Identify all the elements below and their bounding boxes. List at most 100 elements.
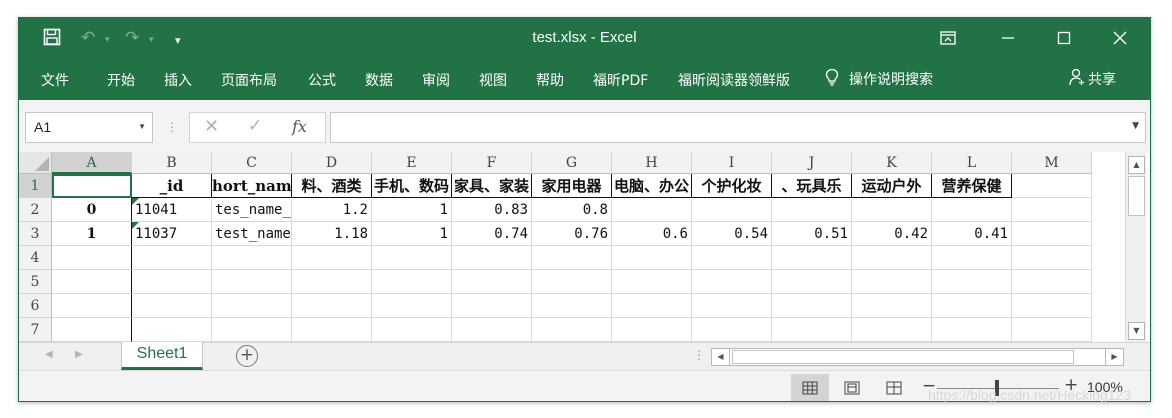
cell-c3[interactable]: test_name (212, 222, 292, 246)
column-header-h[interactable]: H (612, 152, 692, 174)
cell-e1[interactable]: 手机、数码 (372, 174, 452, 198)
scroll-left-icon[interactable]: ◀ (712, 349, 730, 365)
cell-k4[interactable] (852, 246, 932, 270)
tab-data[interactable]: 数据 (365, 70, 393, 90)
cell-c7[interactable] (212, 318, 292, 342)
cell-m7[interactable] (1012, 318, 1092, 342)
cell-d1[interactable]: 料、酒类 (292, 174, 372, 198)
horizontal-scrollbar[interactable]: ◀ ▶ (711, 348, 1124, 366)
cell-h4[interactable] (612, 246, 692, 270)
cell-c2[interactable]: tes_name_ (212, 198, 292, 222)
cell-e6[interactable] (372, 294, 452, 318)
cell-f6[interactable] (452, 294, 532, 318)
column-header-d[interactable]: D (292, 152, 372, 174)
cell-c1[interactable]: hort_nam (212, 174, 292, 198)
page-layout-view-icon[interactable] (833, 374, 871, 401)
cell-b2[interactable]: 11041 (132, 198, 212, 222)
cell-k6[interactable] (852, 294, 932, 318)
cell-g7[interactable] (532, 318, 612, 342)
cell-a7[interactable] (52, 318, 132, 342)
scroll-up-icon[interactable]: ▲ (1128, 156, 1145, 174)
cell-j5[interactable] (772, 270, 852, 294)
row-header-2[interactable]: 2 (19, 198, 52, 222)
number-as-text-indicator-icon[interactable] (132, 198, 139, 205)
column-header-a[interactable]: A (52, 152, 132, 174)
normal-view-icon[interactable] (791, 374, 829, 401)
cell-f3[interactable]: 0.74 (452, 222, 532, 246)
cell-a3[interactable]: 1 (52, 222, 132, 246)
cell-a2[interactable]: 0 (52, 198, 132, 222)
column-header-i[interactable]: I (692, 152, 772, 174)
tab-review[interactable]: 审阅 (422, 70, 450, 90)
cell-c4[interactable] (212, 246, 292, 270)
cell-g3[interactable]: 0.76 (532, 222, 612, 246)
worksheet-grid[interactable]: A B C D E F G H I J K L M 1 2 3 4 5 6 7 _id hort_nam 料、酒类 手机、数码… (19, 152, 1125, 342)
horizontal-scroll-thumb[interactable] (732, 350, 1074, 364)
cell-e3[interactable]: 1 (372, 222, 452, 246)
cell-c5[interactable] (212, 270, 292, 294)
cell-i6[interactable] (692, 294, 772, 318)
vertical-scroll-thumb[interactable] (1128, 176, 1145, 216)
cell-a5[interactable] (52, 270, 132, 294)
scroll-down-icon[interactable]: ▼ (1128, 322, 1145, 340)
cell-i3[interactable]: 0.54 (692, 222, 772, 246)
cell-h2[interactable] (612, 198, 692, 222)
cell-h7[interactable] (612, 318, 692, 342)
cell-i4[interactable] (692, 246, 772, 270)
cell-g1[interactable]: 家用电器 (532, 174, 612, 198)
cell-l6[interactable] (932, 294, 1012, 318)
column-header-l[interactable]: L (932, 152, 1012, 174)
cell-l5[interactable] (932, 270, 1012, 294)
cell-d6[interactable] (292, 294, 372, 318)
cell-h1[interactable]: 电脑、办公 (612, 174, 692, 198)
row-header-1[interactable]: 1 (19, 174, 52, 198)
tab-file[interactable]: 文件 (41, 70, 69, 90)
cell-g6[interactable] (532, 294, 612, 318)
row-header-7[interactable]: 7 (19, 318, 52, 342)
number-as-text-indicator-icon[interactable] (132, 222, 139, 229)
row-header-5[interactable]: 5 (19, 270, 52, 294)
tab-help[interactable]: 帮助 (536, 70, 564, 90)
cell-l3[interactable]: 0.41 (932, 222, 1012, 246)
column-header-m[interactable]: M (1012, 152, 1092, 174)
cell-l2[interactable] (932, 198, 1012, 222)
cell-g4[interactable] (532, 246, 612, 270)
cell-m6[interactable] (1012, 294, 1092, 318)
cell-e5[interactable] (372, 270, 452, 294)
cell-l4[interactable] (932, 246, 1012, 270)
add-sheet-icon[interactable]: + (236, 345, 258, 367)
cell-a6[interactable] (52, 294, 132, 318)
cell-j1[interactable]: 、玩具乐 (772, 174, 852, 198)
cell-j4[interactable] (772, 246, 852, 270)
cell-h3[interactable]: 0.6 (612, 222, 692, 246)
tab-home[interactable]: 开始 (107, 70, 135, 90)
insert-function-icon[interactable]: fx (292, 117, 307, 136)
cell-i7[interactable] (692, 318, 772, 342)
cell-j6[interactable] (772, 294, 852, 318)
cell-b5[interactable] (132, 270, 212, 294)
cell-m5[interactable] (1012, 270, 1092, 294)
cell-i5[interactable] (692, 270, 772, 294)
maximize-icon[interactable] (1041, 18, 1087, 58)
cell-k7[interactable] (852, 318, 932, 342)
cell-d3[interactable]: 1.18 (292, 222, 372, 246)
tab-splitter-handle[interactable]: ⋮ (693, 348, 705, 362)
cell-f5[interactable] (452, 270, 532, 294)
cell-k3[interactable]: 0.42 (852, 222, 932, 246)
column-header-e[interactable]: E (372, 152, 452, 174)
cell-l7[interactable] (932, 318, 1012, 342)
cell-j2[interactable] (772, 198, 852, 222)
close-icon[interactable] (1097, 18, 1143, 58)
cell-h6[interactable] (612, 294, 692, 318)
chevron-down-icon[interactable]: ▼ (138, 122, 146, 131)
cell-b6[interactable] (132, 294, 212, 318)
formula-input[interactable]: ▼ (330, 112, 1146, 143)
cell-m2[interactable] (1012, 198, 1092, 222)
vertical-scrollbar[interactable]: ▲ ▼ (1125, 152, 1146, 342)
next-sheet-icon[interactable]: ▶ (75, 349, 83, 360)
expand-formula-bar-icon[interactable]: ▼ (1132, 121, 1139, 131)
tab-foxit-reader[interactable]: 福昕阅读器领鲜版 (678, 70, 790, 90)
cell-e7[interactable] (372, 318, 452, 342)
cell-m4[interactable] (1012, 246, 1092, 270)
name-box[interactable]: A1 ▼ (25, 112, 153, 143)
